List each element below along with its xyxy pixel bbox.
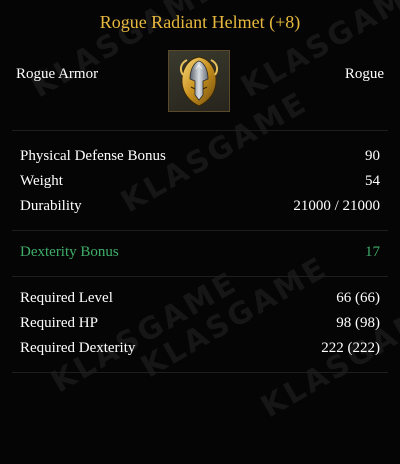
divider: [12, 230, 388, 231]
item-class: Rogue: [344, 66, 384, 82]
requirement-value: 98 (98): [336, 315, 380, 331]
stat-value: 54: [365, 173, 380, 189]
watermark: KLASGAME: [135, 249, 335, 386]
item-title: Rogue Radiant Helmet (+8): [99, 12, 301, 32]
item-tooltip: KLASGAME KLASGAME KLASGAME KLASGAME KLAS…: [0, 0, 400, 464]
divider: [12, 276, 388, 277]
stat-label: Weight: [20, 173, 63, 189]
requirement-value: 66 (66): [336, 290, 380, 306]
requirement-label: Required HP: [20, 315, 98, 331]
bonus-value: 17: [365, 244, 380, 260]
stat-label: Physical Defense Bonus: [20, 148, 166, 164]
watermark: KLASGAME: [255, 289, 400, 426]
divider: [12, 130, 388, 131]
divider: [12, 372, 388, 373]
stat-value: 90: [365, 148, 380, 164]
stat-label: Durability: [20, 198, 82, 214]
item-category: Rogue Armor: [16, 66, 99, 82]
bonus-label: Dexterity Bonus: [20, 244, 119, 260]
requirement-label: Required Level: [20, 290, 113, 306]
requirement-label: Required Dexterity: [20, 340, 136, 356]
item-icon-slot[interactable]: [168, 50, 230, 112]
watermark: KLASGAME: [45, 264, 245, 401]
golden-helmet-icon: [179, 56, 219, 107]
requirement-value: 222 (222): [321, 340, 380, 356]
stat-value: 21000 / 21000: [293, 198, 380, 214]
